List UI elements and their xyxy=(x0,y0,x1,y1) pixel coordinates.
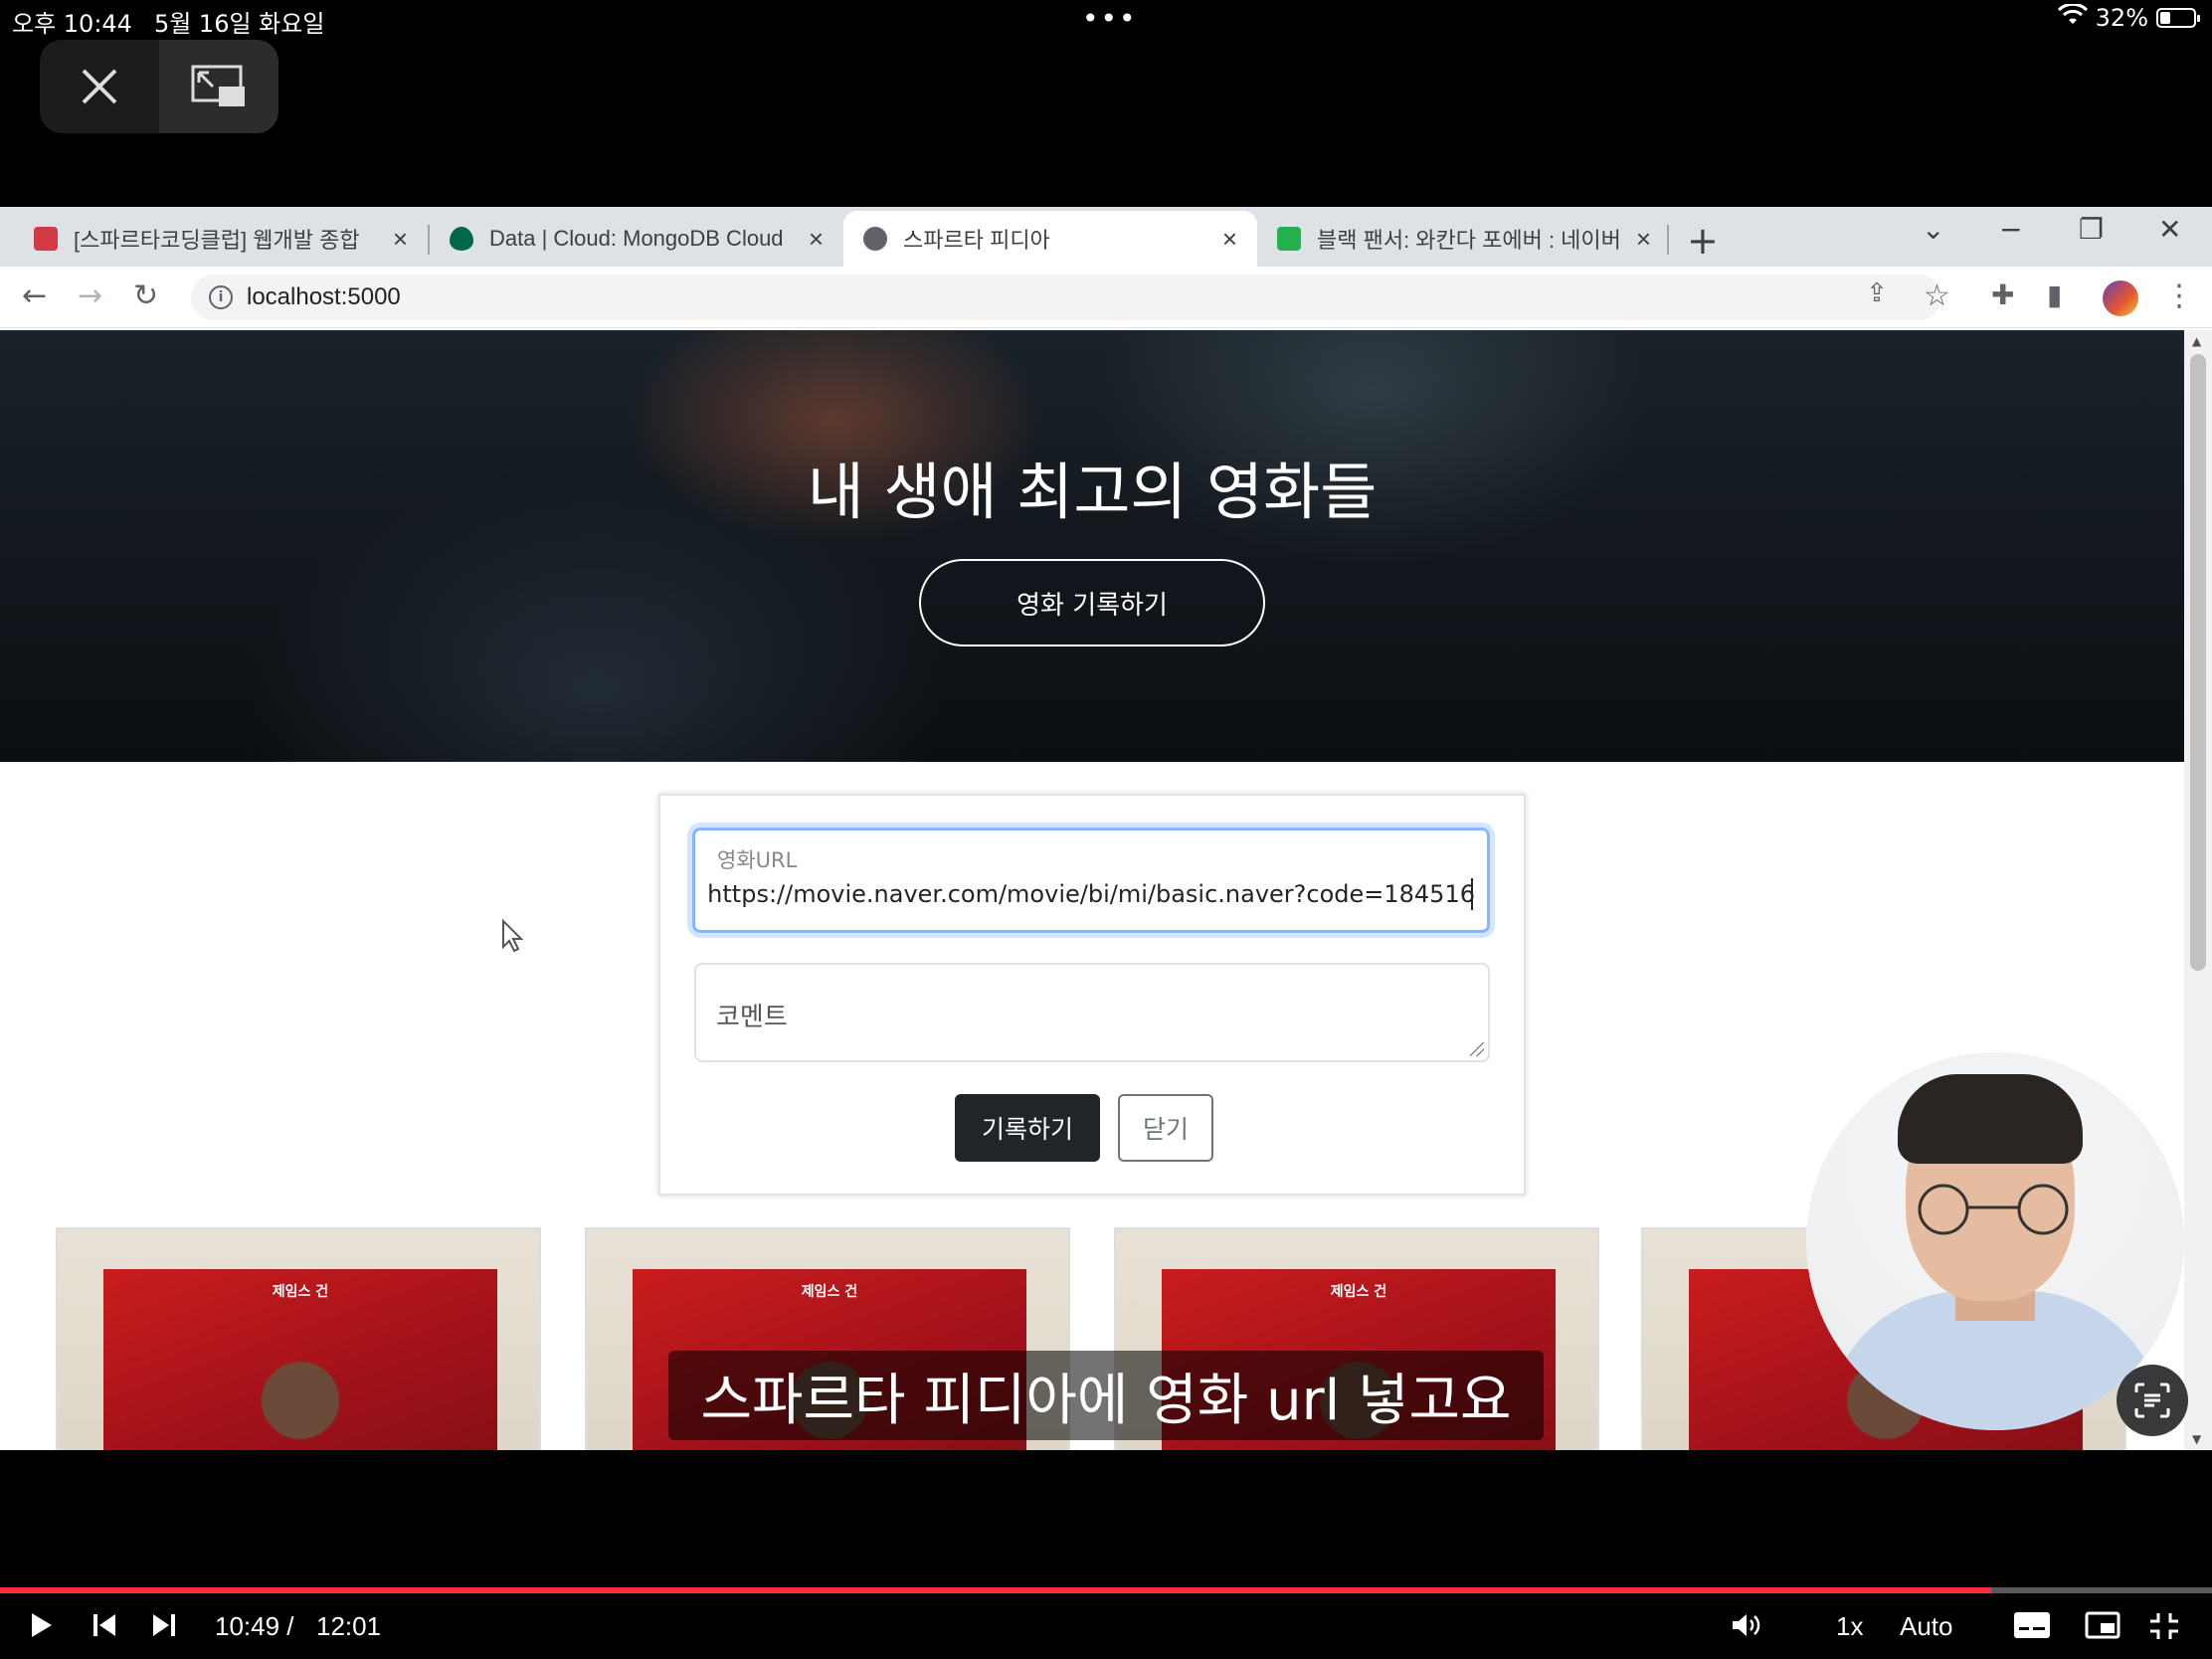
live-text-scan-button[interactable] xyxy=(2117,1365,2188,1436)
page-scrollbar[interactable]: ▲ ▼ xyxy=(2184,330,2212,1450)
video-progress-bar[interactable] xyxy=(0,1587,2212,1593)
sparta-favicon-icon xyxy=(34,227,58,251)
address-url[interactable]: localhost:5000 xyxy=(247,283,401,311)
tab-title: 스파르타 피디아 xyxy=(903,228,1050,253)
hero-banner: 내 생애 최고의 영화들 영화 기록하기 xyxy=(0,330,2184,762)
post-form-card: 영화URL https://movie.naver.com/movie/bi/m… xyxy=(658,794,1526,1196)
minimize-icon[interactable]: − xyxy=(1999,213,2022,246)
close-button[interactable] xyxy=(40,40,159,133)
tab-separator xyxy=(1667,225,1669,255)
submit-record-button[interactable]: 기록하기 xyxy=(955,1094,1100,1162)
miniplayer-icon[interactable] xyxy=(2085,1611,2120,1646)
subtitles-icon[interactable] xyxy=(2013,1611,2051,1646)
status-bar: 오후 10:44 5월 16일 화요일 ••• 32% xyxy=(0,0,2212,40)
tab-search-chevron-icon[interactable]: ⌄ xyxy=(1922,213,1944,246)
extensions-puzzle-icon[interactable]: ✚ xyxy=(1991,278,2014,311)
playback-speed[interactable]: 1x xyxy=(1836,1611,1863,1642)
play-icon[interactable] xyxy=(30,1611,54,1646)
player-controls: 10:49 / 12:01 1x Auto xyxy=(0,1599,2212,1659)
globe-icon xyxy=(863,227,887,251)
text-scan-icon xyxy=(2134,1382,2170,1418)
close-form-button[interactable]: 닫기 xyxy=(1118,1094,1213,1162)
browser-toolbar: ← → ↻ i localhost:5000 ⇪ ☆ ✚ ▮ ⋮ xyxy=(0,267,2212,328)
tab-black-panther[interactable]: 블랙 팬서: 와칸다 포에버 : 네이버 × xyxy=(1257,211,1671,267)
info-icon[interactable]: i xyxy=(209,285,233,309)
side-panel-icon[interactable]: ▮ xyxy=(2047,278,2062,311)
movie-url-field[interactable]: 영화URL https://movie.naver.com/movie/bi/m… xyxy=(692,828,1490,933)
tab-title: [스파르타코딩클럽] 웹개발 종합 xyxy=(74,228,360,253)
bookmark-star-icon[interactable]: ☆ xyxy=(1924,278,1950,313)
current-time: 10:49 / xyxy=(215,1611,294,1641)
tab-close-icon[interactable]: × xyxy=(1636,224,1651,255)
status-date: 5월 16일 화요일 xyxy=(153,10,325,38)
hero-title: 내 생애 최고의 영화들 xyxy=(807,456,1378,528)
comment-placeholder: 코멘트 xyxy=(716,1003,788,1032)
video-progress-fill xyxy=(0,1587,1991,1593)
share-icon[interactable]: ⇪ xyxy=(1866,278,1888,308)
movie-poster: 제임스 건 xyxy=(103,1269,497,1450)
previous-icon[interactable] xyxy=(92,1611,117,1646)
record-movie-button[interactable]: 영화 기록하기 xyxy=(919,559,1265,646)
tab-spartapedia[interactable]: 스파르타 피디아 × xyxy=(843,211,1257,267)
scroll-down-icon[interactable]: ▼ xyxy=(2192,1432,2201,1446)
mongodb-leaf-icon xyxy=(450,227,473,251)
comment-textarea[interactable]: 코멘트 xyxy=(694,963,1490,1062)
tab-title: 블랙 팬서: 와칸다 포에버 : 네이버 xyxy=(1317,228,1621,253)
wifi-icon xyxy=(2057,2,2088,32)
poster-title: 제임스 건 xyxy=(272,1284,329,1300)
mouse-cursor-icon xyxy=(501,918,525,957)
restore-icon[interactable]: ❐ xyxy=(2079,213,2104,246)
window-close-icon[interactable]: ✕ xyxy=(2158,213,2181,246)
status-time: 오후 10:44 xyxy=(12,10,132,38)
scroll-thumb[interactable] xyxy=(2190,354,2206,971)
exit-pip-button[interactable] xyxy=(159,40,278,133)
movie-card[interactable]: 제임스 건 xyxy=(56,1227,541,1450)
pip-controls xyxy=(40,40,278,133)
scroll-up-icon[interactable]: ▲ xyxy=(2192,334,2201,348)
close-icon xyxy=(82,69,117,104)
tab-close-icon[interactable]: × xyxy=(809,224,824,255)
tab-title: Data | Cloud: MongoDB Cloud xyxy=(489,226,784,251)
movie-url-input[interactable]: https://movie.naver.com/movie/bi/mi/basi… xyxy=(709,880,1475,908)
address-bar[interactable]: i localhost:5000 xyxy=(191,275,1941,320)
movie-url-label: 영화URL xyxy=(717,848,798,872)
next-icon[interactable] xyxy=(151,1611,177,1646)
new-tab-button[interactable]: + xyxy=(1687,219,1719,263)
poster-title: 제임스 건 xyxy=(801,1284,858,1300)
profile-avatar[interactable] xyxy=(2103,280,2138,316)
naver-favicon-icon xyxy=(1277,227,1301,251)
exit-fullscreen-icon[interactable] xyxy=(2148,1611,2180,1648)
forward-arrow-icon[interactable]: → xyxy=(78,278,102,313)
volume-icon[interactable] xyxy=(1731,1611,1762,1646)
video-caption: 스파르타 피디아에 영화 url 넣고요 xyxy=(668,1351,1544,1440)
battery-percent: 32% xyxy=(2095,4,2148,32)
menu-kebab-icon[interactable]: ⋮ xyxy=(2164,278,2194,313)
tab-sparta-coding[interactable]: [스파르타코딩클럽] 웹개발 종합 × xyxy=(14,211,428,267)
multitasking-dots[interactable]: ••• xyxy=(1082,2,1138,35)
duration: 12:01 xyxy=(316,1611,382,1641)
battery-icon xyxy=(2156,8,2200,28)
poster-title: 제임스 건 xyxy=(1330,1284,1387,1300)
reload-icon[interactable]: ↻ xyxy=(133,278,158,313)
resize-handle-icon[interactable] xyxy=(1470,1042,1484,1056)
tab-close-icon[interactable]: × xyxy=(393,224,408,255)
tab-mongodb[interactable]: Data | Cloud: MongoDB Cloud × xyxy=(430,211,843,267)
pip-exit-icon xyxy=(191,65,245,106)
text-caret xyxy=(1471,878,1473,910)
tab-close-icon[interactable]: × xyxy=(1222,224,1237,255)
back-arrow-icon[interactable]: ← xyxy=(22,278,47,313)
tab-strip: [스파르타코딩클럽] 웹개발 종합 × Data | Cloud: MongoD… xyxy=(0,207,2212,267)
quality-setting[interactable]: Auto xyxy=(1900,1611,1953,1642)
